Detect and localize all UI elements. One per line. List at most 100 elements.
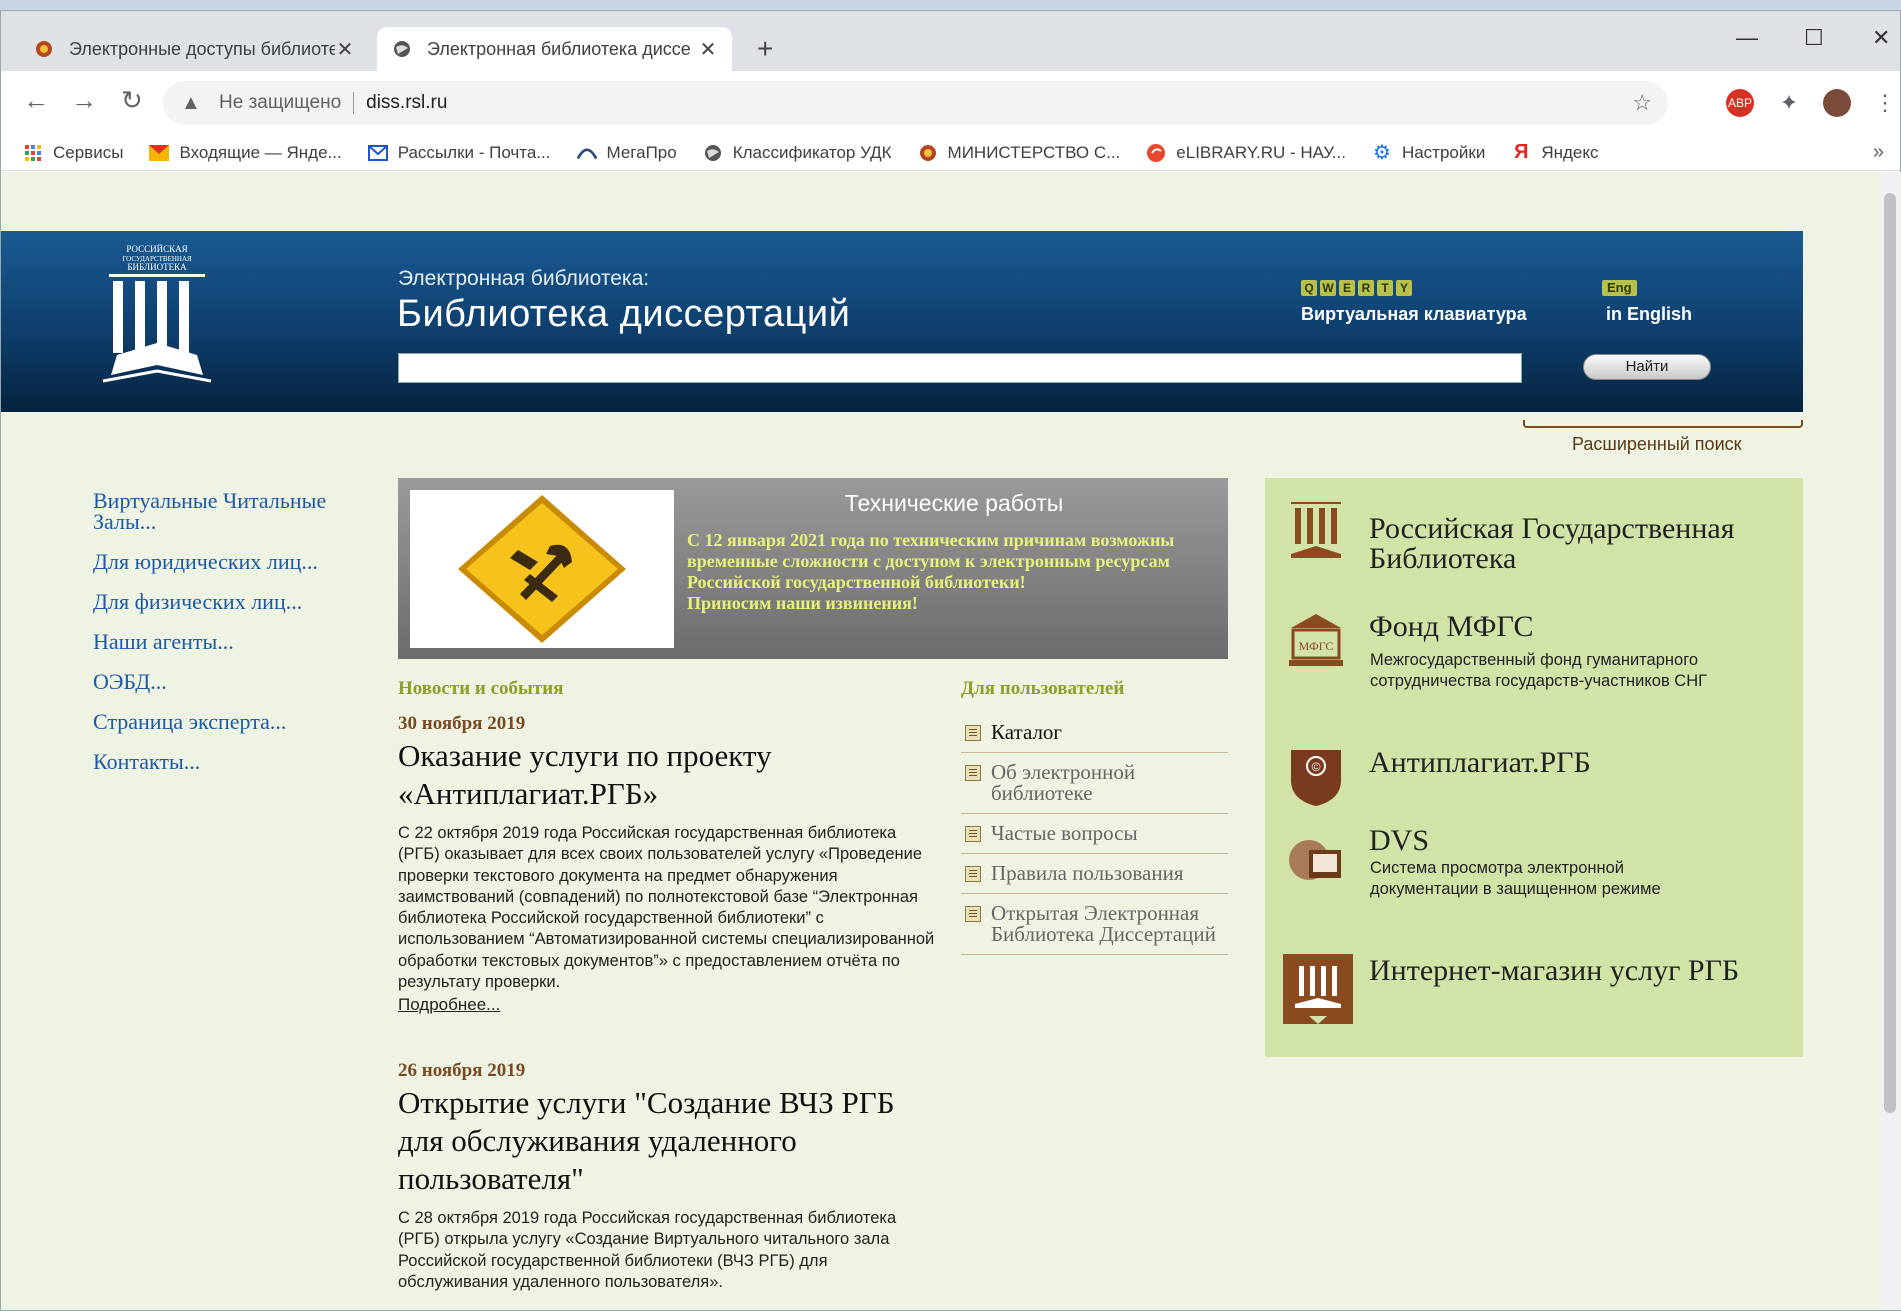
bookmark-services[interactable]: Сервисы	[23, 143, 123, 163]
svg-text:БИБЛИОТЕКА: БИБЛИОТЕКА	[127, 262, 187, 272]
bookmark-label: Настройки	[1401, 142, 1486, 162]
nav-oebd[interactable]: ОЭБД...	[93, 671, 373, 693]
users-link-open-library[interactable]: Открытая Электронная Библиотека Диссерта…	[961, 894, 1228, 955]
news-title[interactable]: Открытие услуги "Создание ВЧЗ РГБ для об…	[398, 1084, 938, 1198]
tools-warning-icon	[458, 495, 626, 643]
bookmark-mailings[interactable]: Рассылки - Почта...	[367, 142, 551, 163]
adblock-extension-icon[interactable]: ABP	[1726, 89, 1754, 117]
antiplagiat-shield-icon: ©	[1291, 750, 1341, 806]
advanced-search-link[interactable]: Расширенный поиск	[1572, 434, 1742, 455]
news-date: 30 ноября 2019	[398, 713, 526, 734]
search-button[interactable]: Найти	[1583, 354, 1711, 380]
nav-virtual-reading-rooms[interactable]: Виртуальные Читальные Залы...	[93, 490, 373, 533]
news-heading: Новости и события	[398, 678, 564, 699]
close-tab-icon[interactable]: ✕	[698, 37, 718, 62]
virtual-keyboard-keys[interactable]: Q W E R T Y	[1301, 280, 1412, 296]
users-link-catalog[interactable]: Каталог	[961, 713, 1228, 753]
search-input[interactable]	[398, 353, 1522, 383]
bookmark-label: Классификатор УДК	[732, 142, 892, 162]
scrollbar-thumb[interactable]	[1884, 193, 1896, 1113]
notice-apology: Приносим наши извинения!	[687, 593, 918, 613]
nav-expert-page[interactable]: Страница эксперта...	[93, 711, 373, 733]
bookmark-udk[interactable]: Классификатор УДК	[703, 143, 892, 163]
more-bookmarks-chevron-icon[interactable]: »	[1873, 141, 1884, 164]
key-e[interactable]: E	[1339, 280, 1355, 296]
english-link[interactable]: in English	[1606, 304, 1692, 325]
list-icon	[965, 866, 981, 882]
bookmark-label: Рассылки - Почта...	[397, 142, 551, 162]
gear-icon: ⚙	[1372, 142, 1391, 164]
key-t[interactable]: T	[1377, 280, 1393, 296]
header-title: Библиотека диссертаций	[397, 293, 851, 335]
partner-desc: Межгосударственный фонд гуманитарного со…	[1370, 651, 1708, 690]
close-window-button[interactable]: ✕	[1872, 25, 1890, 51]
nav-individuals[interactable]: Для физических лиц...	[93, 591, 373, 613]
news-body: С 28 октября 2019 года Российская госуда…	[398, 1209, 897, 1291]
globe-icon	[703, 143, 723, 163]
bookmark-settings[interactable]: ⚙ Настройки	[1372, 142, 1486, 164]
back-arrow-icon[interactable]: ←	[23, 87, 49, 113]
news-title[interactable]: Оказание услуги по проекту «Антиплагиат.…	[398, 737, 938, 813]
mail-outline-icon	[367, 143, 388, 163]
eng-badge[interactable]: Eng	[1602, 280, 1637, 296]
mail-icon	[149, 143, 170, 163]
antiplagiat-icon-text: ©	[1312, 760, 1321, 774]
profile-avatar[interactable]	[1823, 89, 1851, 117]
tab-dissertation-library[interactable]: Электронная библиотека диссе ✕	[377, 27, 732, 71]
nav-agents[interactable]: Наши агенты...	[93, 631, 373, 653]
tab-electronic-access[interactable]: Электронные доступы библиоте ✕	[19, 27, 369, 71]
nav-contacts[interactable]: Контакты...	[93, 751, 373, 773]
partner-title[interactable]: Фонд МФГС	[1369, 612, 1533, 642]
menu-kebab-icon[interactable]: ⋮	[1871, 89, 1899, 117]
bookmark-inbox[interactable]: Входящие — Янде...	[149, 143, 342, 163]
partner-title[interactable]: Антиплагиат.РГБ	[1369, 748, 1591, 778]
rgb-logo-icon	[1291, 502, 1341, 558]
address-bar[interactable]: ▲ Не защищено diss.rsl.ru ☆	[163, 81, 1668, 125]
minimize-button[interactable]: —	[1736, 25, 1758, 51]
partner-title[interactable]: DVS	[1369, 826, 1429, 856]
extensions-puzzle-icon[interactable]: ✦	[1775, 89, 1803, 117]
left-navigation: Виртуальные Читальные Залы... Для юридич…	[93, 490, 373, 791]
bookmark-label: Сервисы	[53, 142, 124, 162]
web-page: РОССИЙСКАЯ ГОСУДАРСТВЕННАЯ БИБЛИОТЕКА Эл…	[1, 172, 1901, 1310]
partner-desc: Система просмотра электронной документац…	[1370, 859, 1661, 898]
users-link-faq[interactable]: Частые вопросы	[961, 814, 1228, 854]
list-icon	[965, 826, 981, 842]
bookmark-yandex[interactable]: Я Яндекс	[1511, 141, 1598, 163]
warning-icon[interactable]: ▲	[181, 92, 203, 115]
site-header: РОССИЙСКАЯ ГОСУДАРСТВЕННАЯ БИБЛИОТЕКА Эл…	[1, 231, 1803, 412]
news-more-link[interactable]: Подробнее...	[398, 995, 938, 1015]
nav-legal-entities[interactable]: Для юридических лиц...	[93, 551, 373, 573]
svg-text:РОССИЙСКАЯ: РОССИЙСКАЯ	[126, 244, 187, 254]
users-link-label: Частые вопросы	[991, 821, 1138, 845]
security-status[interactable]: Не защищено	[219, 92, 341, 114]
reload-icon[interactable]: ↻	[121, 87, 143, 113]
key-y[interactable]: Y	[1396, 280, 1412, 296]
users-link-about[interactable]: Об электронной библиотеке	[961, 753, 1228, 814]
partner-title[interactable]: Российская Государственная Библиотека	[1369, 514, 1803, 574]
key-r[interactable]: R	[1358, 280, 1374, 296]
virtual-keyboard-link[interactable]: Виртуальная клавиатура	[1301, 304, 1527, 325]
dvs-viewer-icon	[1289, 840, 1341, 880]
bookmark-star-icon[interactable]: ☆	[1632, 90, 1652, 116]
key-q[interactable]: Q	[1301, 280, 1317, 296]
bookmark-elibrary[interactable]: eLIBRARY.RU - НАУ...	[1146, 143, 1346, 163]
mfgs-building-icon: МФГС	[1289, 614, 1343, 666]
url-text[interactable]: diss.rsl.ru	[366, 92, 447, 114]
forward-arrow-icon[interactable]: →	[71, 87, 97, 113]
partner-panel: Российская Государственная Библиотека МФ…	[1265, 478, 1803, 1057]
rgb-logo[interactable]: РОССИЙСКАЯ ГОСУДАРСТВЕННАЯ БИБЛИОТЕКА	[93, 243, 221, 393]
partner-title[interactable]: Интернет-магазин услуг РГБ	[1369, 956, 1789, 986]
maximize-button[interactable]: ☐	[1804, 25, 1824, 51]
globe-icon	[391, 38, 413, 60]
users-link-rules[interactable]: Правила пользования	[961, 854, 1228, 894]
close-tab-icon[interactable]: ✕	[335, 37, 355, 62]
divider	[353, 92, 355, 114]
tab-title: Электронная библиотека диссе	[427, 38, 691, 59]
elibrary-icon	[1146, 143, 1166, 163]
users-heading: Для пользователей	[961, 678, 1125, 699]
key-w[interactable]: W	[1320, 280, 1336, 296]
bookmark-ministry[interactable]: МИНИСТЕРСТВО С...	[918, 143, 1120, 163]
bookmark-megapro[interactable]: МегаПро	[576, 143, 677, 163]
new-tab-button[interactable]: +	[757, 35, 773, 63]
